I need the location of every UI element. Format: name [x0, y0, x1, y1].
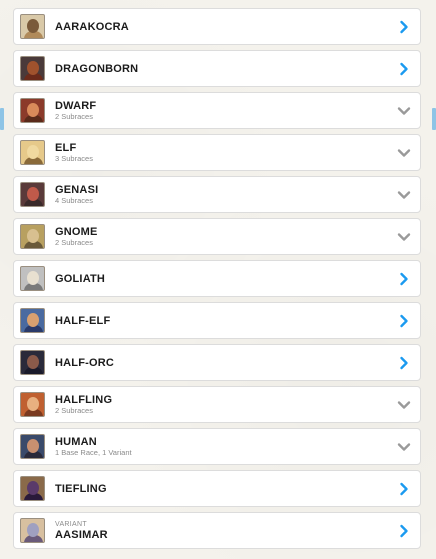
race-prefix-label: VARIANT	[55, 520, 87, 528]
gnome-portrait-icon	[20, 224, 45, 249]
chevron-right-icon[interactable]	[394, 353, 414, 373]
race-text: HUMAN 1 Base Race, 1 Variant	[55, 436, 394, 457]
elf-portrait-icon	[20, 140, 45, 165]
race-row-dragonborn[interactable]: DRAGONBORN	[13, 50, 421, 87]
right-scroll-tab[interactable]	[432, 108, 436, 130]
race-row-dwarf[interactable]: DWARF 2 Subraces	[13, 92, 421, 129]
race-row-aarakocra[interactable]: AARAKOCRA	[13, 8, 421, 45]
race-name: ELF	[55, 142, 77, 154]
race-row-human[interactable]: HUMAN 1 Base Race, 1 Variant	[13, 428, 421, 465]
race-text: ELF 3 Subraces	[55, 142, 394, 163]
race-row-aasimar[interactable]: VARIANT AASIMAR	[13, 512, 421, 549]
genasi-portrait-icon	[20, 182, 45, 207]
race-row-half-orc[interactable]: HALF-ORC	[13, 344, 421, 381]
race-name: HALF-ELF	[55, 314, 111, 327]
chevron-right-icon[interactable]	[394, 59, 414, 79]
race-row-gnome[interactable]: GNOME 2 Subraces	[13, 218, 421, 255]
race-row-goliath[interactable]: GOLIATH	[13, 260, 421, 297]
chevron-down-icon[interactable]	[394, 437, 414, 457]
race-text: GENASI 4 Subraces	[55, 184, 394, 205]
race-row-half-elf[interactable]: HALF-ELF	[13, 302, 421, 339]
race-text: GNOME 2 Subraces	[55, 226, 394, 247]
race-name: GNOME	[55, 226, 98, 238]
race-text: DWARF 2 Subraces	[55, 100, 394, 121]
race-row-tiefling[interactable]: TIEFLING	[13, 470, 421, 507]
chevron-down-icon[interactable]	[394, 185, 414, 205]
dwarf-portrait-icon	[20, 98, 45, 123]
aarakocra-portrait-icon	[20, 14, 45, 39]
race-name: HUMAN	[55, 436, 97, 448]
chevron-right-icon[interactable]	[394, 269, 414, 289]
race-text: AARAKOCRA	[55, 21, 394, 33]
aasimar-portrait-icon	[20, 518, 45, 543]
race-text: DRAGONBORN	[55, 63, 394, 75]
race-subrace-count: 3 Subraces	[55, 154, 93, 163]
race-row-halfling[interactable]: HALFLING 2 Subraces	[13, 386, 421, 423]
race-text: TIEFLING	[55, 483, 394, 495]
dragonborn-portrait-icon	[20, 56, 45, 81]
race-selection-page: { "colors": { "accent": "#1b9af0", "coll…	[0, 0, 436, 559]
half-orc-portrait-icon	[20, 350, 45, 375]
left-scroll-tab[interactable]	[0, 108, 4, 130]
chevron-down-icon[interactable]	[394, 395, 414, 415]
chevron-right-icon[interactable]	[394, 521, 414, 541]
half-elf-portrait-icon	[20, 308, 45, 333]
race-name: DRAGONBORN	[55, 62, 139, 75]
race-name: DWARF	[55, 100, 97, 112]
race-text: VARIANT AASIMAR	[55, 521, 394, 541]
goliath-portrait-icon	[20, 266, 45, 291]
race-subrace-count: 4 Subraces	[55, 196, 93, 205]
race-name: AASIMAR	[55, 528, 108, 541]
race-subrace-count: 2 Subraces	[55, 238, 93, 247]
chevron-right-icon[interactable]	[394, 479, 414, 499]
race-name: HALFLING	[55, 394, 113, 406]
race-row-genasi[interactable]: GENASI 4 Subraces	[13, 176, 421, 213]
race-name: AARAKOCRA	[55, 20, 129, 33]
race-name: TIEFLING	[55, 482, 107, 495]
halfling-portrait-icon	[20, 392, 45, 417]
chevron-right-icon[interactable]	[394, 311, 414, 331]
chevron-down-icon[interactable]	[394, 143, 414, 163]
race-list: AARAKOCRA DRAGONBORN DWARF 2 Subraces ELF 3 S…	[13, 8, 421, 554]
race-row-elf[interactable]: ELF 3 Subraces	[13, 134, 421, 171]
race-text: GOLIATH	[55, 273, 394, 285]
race-subrace-count: 2 Subraces	[55, 112, 93, 121]
race-name: GENASI	[55, 184, 99, 196]
race-text: HALF-ORC	[55, 357, 394, 369]
chevron-down-icon[interactable]	[394, 227, 414, 247]
chevron-right-icon[interactable]	[394, 17, 414, 37]
race-subrace-count: 2 Subraces	[55, 406, 93, 415]
race-name: HALF-ORC	[55, 356, 115, 369]
race-text: HALFLING 2 Subraces	[55, 394, 394, 415]
race-subrace-count: 1 Base Race, 1 Variant	[55, 448, 132, 457]
race-text: HALF-ELF	[55, 315, 394, 327]
human-portrait-icon	[20, 434, 45, 459]
race-name: GOLIATH	[55, 272, 106, 285]
chevron-down-icon[interactable]	[394, 101, 414, 121]
tiefling-portrait-icon	[20, 476, 45, 501]
